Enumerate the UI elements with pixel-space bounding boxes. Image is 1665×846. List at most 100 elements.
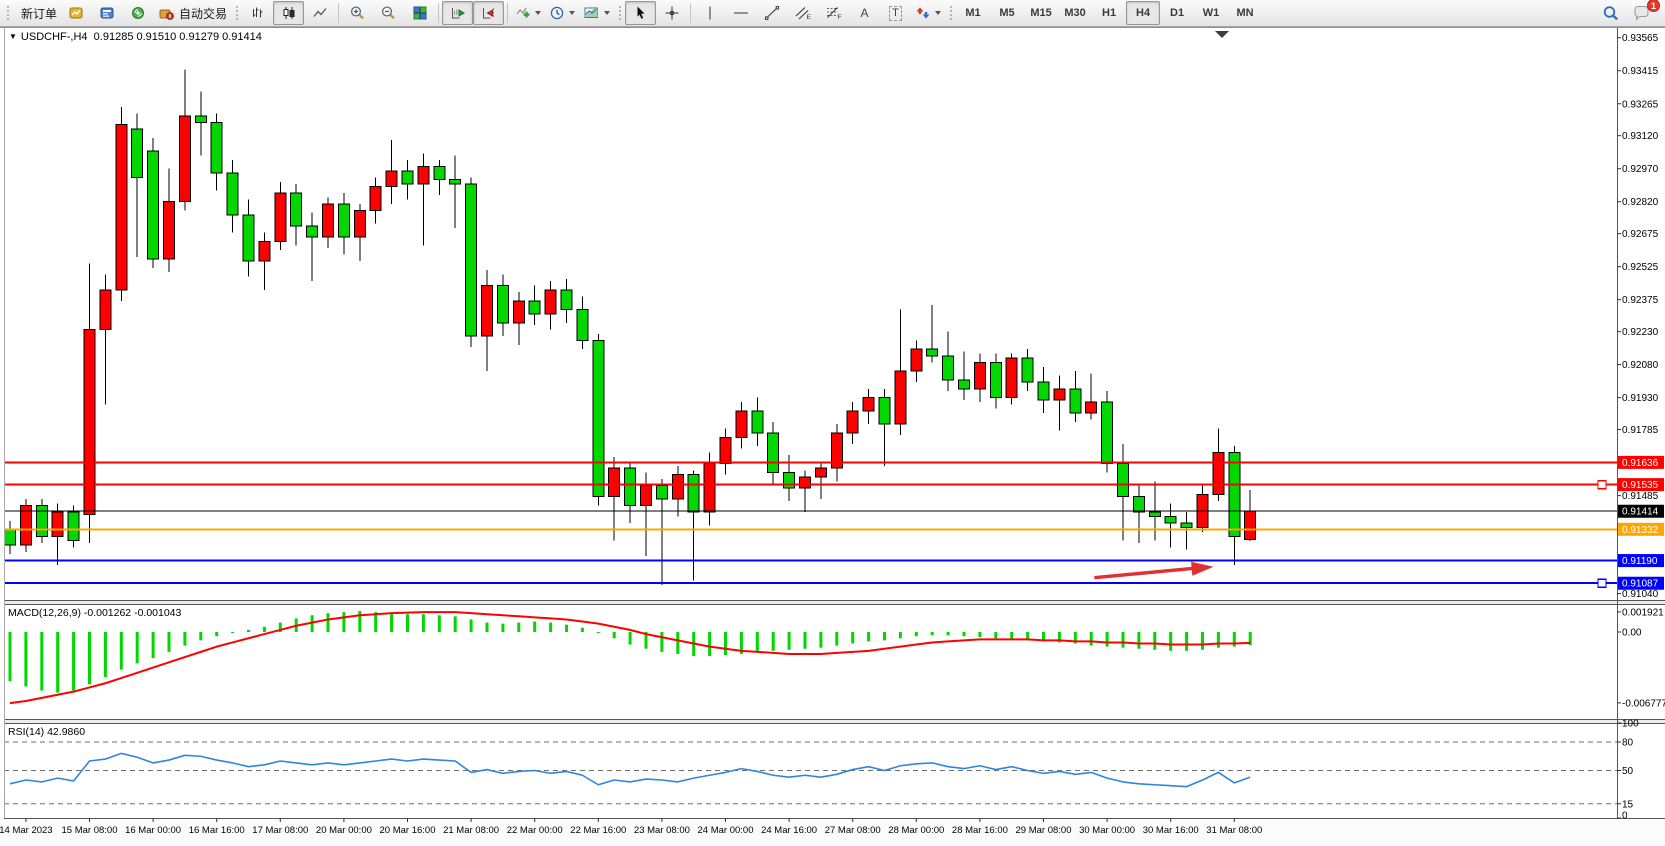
candle[interactable] bbox=[593, 340, 604, 496]
candle[interactable] bbox=[847, 411, 858, 433]
tab-timeframe-h4[interactable]: H4 bbox=[1126, 1, 1160, 25]
candlestick-chart-button[interactable] bbox=[273, 1, 304, 25]
chart-canvas[interactable]: 0.935650.934150.932650.931200.929700.928… bbox=[0, 0, 1665, 846]
candle[interactable] bbox=[1181, 523, 1192, 527]
crosshair-button[interactable] bbox=[656, 1, 687, 25]
tab-timeframe-d1[interactable]: D1 bbox=[1160, 1, 1194, 25]
candle[interactable] bbox=[243, 215, 254, 261]
candle[interactable] bbox=[1213, 453, 1224, 495]
market-watch-button[interactable] bbox=[61, 1, 92, 25]
candle[interactable] bbox=[323, 204, 334, 237]
candle[interactable] bbox=[450, 180, 461, 184]
chart-shift-button[interactable] bbox=[473, 1, 504, 25]
chart-symbol-title[interactable]: ▼USDCHF-,H4 0.91285 0.91510 0.91279 0.91… bbox=[9, 31, 262, 43]
candle[interactable] bbox=[1038, 382, 1049, 400]
candle[interactable] bbox=[116, 125, 127, 290]
search-button[interactable] bbox=[1595, 1, 1626, 25]
candle[interactable] bbox=[577, 310, 588, 341]
auto-scroll-button[interactable] bbox=[442, 1, 473, 25]
candle[interactable] bbox=[1070, 389, 1081, 413]
candle[interactable] bbox=[672, 475, 683, 499]
candle[interactable] bbox=[307, 226, 318, 237]
candle[interactable] bbox=[704, 464, 715, 512]
candle[interactable] bbox=[1118, 464, 1129, 497]
trendline-button[interactable] bbox=[756, 1, 787, 25]
arrows-button[interactable] bbox=[911, 1, 945, 25]
candle[interactable] bbox=[466, 184, 477, 336]
candle[interactable] bbox=[418, 166, 429, 184]
toolbar-handle[interactable] bbox=[234, 4, 239, 22]
candle[interactable] bbox=[656, 486, 667, 499]
periods-button[interactable] bbox=[545, 1, 579, 25]
templates-button[interactable] bbox=[579, 1, 614, 25]
candle[interactable] bbox=[752, 411, 763, 433]
candle[interactable] bbox=[52, 512, 63, 536]
candle[interactable] bbox=[720, 437, 731, 463]
candle[interactable] bbox=[84, 329, 95, 514]
candle[interactable] bbox=[68, 512, 79, 541]
candle[interactable] bbox=[211, 122, 222, 173]
candle[interactable] bbox=[195, 116, 206, 123]
candle[interactable] bbox=[338, 204, 349, 237]
candle[interactable] bbox=[1229, 453, 1240, 537]
candle[interactable] bbox=[386, 171, 397, 186]
candle[interactable] bbox=[736, 411, 747, 437]
tab-timeframe-m5[interactable]: M5 bbox=[990, 1, 1024, 25]
candle[interactable] bbox=[927, 349, 938, 356]
candle[interactable] bbox=[434, 166, 445, 179]
candle[interactable] bbox=[513, 301, 524, 323]
candle[interactable] bbox=[863, 398, 874, 411]
candle[interactable] bbox=[179, 116, 190, 202]
candle[interactable] bbox=[291, 193, 302, 226]
candle[interactable] bbox=[1149, 512, 1160, 516]
candle[interactable] bbox=[1165, 517, 1176, 524]
new-order-button[interactable]: 新订单 bbox=[13, 1, 61, 25]
zoom-in-button[interactable] bbox=[342, 1, 373, 25]
candle[interactable] bbox=[1006, 358, 1017, 398]
auto-trading-button[interactable]: 自动交易 bbox=[154, 1, 231, 25]
tab-timeframe-m30[interactable]: M30 bbox=[1058, 1, 1092, 25]
text-label-button[interactable]: T bbox=[880, 1, 911, 25]
toolbar-handle[interactable] bbox=[617, 4, 622, 22]
candle[interactable] bbox=[561, 290, 572, 310]
navigator-button[interactable] bbox=[123, 1, 154, 25]
candle[interactable] bbox=[943, 356, 954, 380]
candle[interactable] bbox=[1245, 511, 1256, 539]
collapse-pane-icon[interactable]: ▼ bbox=[9, 32, 17, 41]
line-chart-button[interactable] bbox=[304, 1, 335, 25]
fibonacci-button[interactable]: F bbox=[818, 1, 849, 25]
candle[interactable] bbox=[5, 530, 16, 545]
candle[interactable] bbox=[1022, 358, 1033, 382]
candle[interactable] bbox=[974, 362, 985, 388]
candle[interactable] bbox=[815, 468, 826, 477]
toolbar-handle[interactable] bbox=[948, 4, 953, 22]
candle[interactable] bbox=[100, 290, 111, 330]
candle[interactable] bbox=[1054, 389, 1065, 400]
candle[interactable] bbox=[641, 486, 652, 506]
candle[interactable] bbox=[402, 171, 413, 184]
candle[interactable] bbox=[1102, 402, 1113, 464]
candle[interactable] bbox=[879, 398, 890, 424]
candle[interactable] bbox=[370, 186, 381, 210]
candle[interactable] bbox=[227, 173, 238, 215]
tab-timeframe-h1[interactable]: H1 bbox=[1092, 1, 1126, 25]
candle[interactable] bbox=[529, 301, 540, 314]
toolbar-handle[interactable] bbox=[5, 4, 10, 22]
candle[interactable] bbox=[275, 193, 286, 241]
candle[interactable] bbox=[688, 475, 699, 512]
candle[interactable] bbox=[625, 468, 636, 505]
zoom-out-button[interactable] bbox=[373, 1, 404, 25]
candle[interactable] bbox=[609, 468, 620, 497]
equidistant-channel-button[interactable]: E bbox=[787, 1, 818, 25]
candle[interactable] bbox=[36, 506, 47, 537]
tile-windows-button[interactable] bbox=[404, 1, 435, 25]
tab-timeframe-w1[interactable]: W1 bbox=[1194, 1, 1228, 25]
candle[interactable] bbox=[768, 433, 779, 473]
candle[interactable] bbox=[148, 151, 159, 259]
notifications-button[interactable]: 1 bbox=[1626, 1, 1657, 25]
candle[interactable] bbox=[959, 380, 970, 389]
candle[interactable] bbox=[482, 285, 493, 336]
candle[interactable] bbox=[911, 349, 922, 371]
candle[interactable] bbox=[497, 285, 508, 322]
line-handle[interactable] bbox=[1598, 579, 1606, 587]
